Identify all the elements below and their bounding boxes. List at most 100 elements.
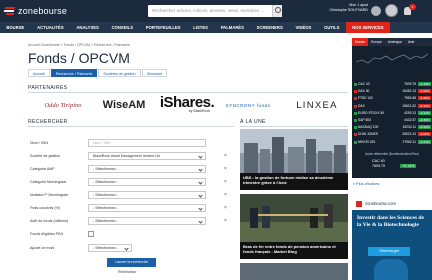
site-logo[interactable]: zonebourse [3,6,67,16]
chevron-down-icon [198,180,203,185]
search-submit-button[interactable]: Lancer la recherche [107,258,156,267]
page-tabs: Accueil Recherche / Palmarès Sociétés de g… [28,69,168,77]
index-name: FTSE 100 [358,96,373,101]
partner-name-6: LINXEA [296,99,338,111]
trend-dot-icon [354,104,357,108]
top-bar: zonebourse Rechercher actions, indices, … [0,0,432,22]
nav-item-3[interactable]: ANALYSES [70,22,105,33]
nav-item-11[interactable]: NOS SERVICES [345,22,390,33]
market-tab-1[interactable]: Monde [352,38,369,46]
news-image-3[interactable] [240,263,348,280]
news-title-1[interactable]: UBS : la gestion de fortune réalise sa d… [240,173,348,190]
field-value-4: - Sélectionnez - [93,180,118,184]
partner-logo-ishares[interactable]: iShares. by BlackRock [158,93,216,115]
clear-icon[interactable]: × [224,218,227,224]
nav-item-4[interactable]: CONSEILS [105,22,139,33]
search-input[interactable]: Rechercher actions, indices, devises, ne… [148,5,274,17]
field-value-1: Nom / ISIN [93,141,111,145]
market-row[interactable]: DAX 30 16452.13 -0.22% [352,89,432,94]
market-row[interactable]: DAX 15621.02 -0.14% [352,103,432,109]
market-tab-4[interactable]: Asie [405,38,417,46]
field-select-7[interactable]: - Sélectionnez - [88,217,206,225]
clear-icon[interactable]: × [224,179,227,185]
index-value: 35021.24 [402,132,416,137]
partner-logo-oddo[interactable]: Oddo Tiripino [36,95,90,115]
trend-dot-icon [354,133,357,137]
settings-gear-icon[interactable] [371,6,381,16]
market-row[interactable]: FTSE 100 7552.68 -0.35% [352,96,432,101]
nav-item-6[interactable]: LISTES [187,22,214,33]
name-isin-input[interactable]: Nom / ISIN [88,139,206,147]
field-value-3: - Sélectionnez - [93,167,118,171]
market-row[interactable]: S&P 500 4432.57 +0.39% [352,118,432,123]
breadcrumb[interactable]: Accueil Zonebourse > Fonds / OPCVM > Rec… [28,43,130,47]
market-row[interactable]: NIKKEI 225 27962.11 +0.41% [352,139,432,145]
partner-logo-linxea[interactable]: LINXEA [290,96,344,114]
news-divider [240,126,348,127]
field-select-4[interactable]: - Sélectionnez - [88,178,206,186]
field-label-6: Frais courants (%) [30,206,61,210]
market-tab-2[interactable]: Europe [368,38,385,46]
page: zonebourse Rechercher actions, indices, … [0,0,432,280]
search-divider [28,126,234,127]
field-label-1: Nom / ISIN [30,141,49,145]
avatar[interactable] [385,4,398,17]
feature-label: Autre référentiel (NombreActionsPlus) [365,152,419,156]
clear-icon[interactable]: × [224,153,227,159]
search-icon[interactable] [272,5,282,17]
news-title-2[interactable]: Bras de fer entre fonds de pension améri… [240,242,348,259]
nav-item-7[interactable]: PALMARÈS [214,22,250,33]
market-panel: Monde Europe Amérique Asie CAC 40 7609.79 +0.… [352,38,432,178]
advertisement[interactable]: zonebourse.com Investir dans les Science… [352,198,432,280]
clear-icon[interactable]: × [224,205,227,211]
index-name: CAC 40 [358,82,370,86]
news-image-2[interactable] [240,194,348,244]
partner-logo-wiseam[interactable]: WiseAM [100,96,148,114]
index-value: 16452.13 [402,89,416,94]
partners-heading: PARTENAIRES [28,85,68,91]
field-select-9[interactable]: - Sélectionnez - [88,244,132,252]
clear-icon[interactable]: × [224,166,227,172]
index-value: 27962.11 [402,139,416,144]
index-change: +0.41% [418,139,431,144]
market-row[interactable]: EURO STOXX 50 4293.13 +0.21% [352,110,432,116]
tab-1[interactable]: Accueil [28,69,50,77]
nav-item-2[interactable]: ACTUALITÉS [31,22,70,33]
nav-item-8[interactable]: SCREENERS [250,22,289,33]
index-name: S&P 500 [358,118,371,122]
field-label-5: Notation™ Morningstar [30,193,68,197]
field-label-2: Société de gestion [30,154,61,158]
field-select-2[interactable]: BlackRock Asset Management Ireland Ltd [88,152,206,160]
user-info[interactable]: Mon 1 ajout Christophe SOUTHARD [322,3,368,13]
field-select-5[interactable]: - Sélectionnez - [88,191,206,199]
pea-checkbox[interactable] [88,231,94,237]
reset-link[interactable]: Réinitialiser [118,270,137,274]
tab-2[interactable]: Recherche / Palmarès [50,69,98,77]
market-row[interactable]: DOW JONES 35021.24 -0.05% [352,132,432,137]
nav-item-5[interactable]: PORTEFEUILLES [139,22,186,33]
chevron-down-icon [198,206,203,211]
tab-3[interactable]: Sociétés de gestion [98,69,141,77]
nav-item-1[interactable]: BOURSE [0,22,31,33]
partner-logo-syncrony[interactable]: SYNCRONY funds [220,96,276,114]
nav-item-9[interactable]: VIDÉOS [289,22,318,33]
ad-text: Investir dans les Sciences de la Vie & l… [357,215,425,228]
more-indices-link[interactable]: » Plus d'indices [353,182,379,186]
field-select-6[interactable]: - Sélectionnez - [88,204,206,212]
nav-item-10[interactable]: OUTILS [318,22,346,33]
market-tab-3[interactable]: Amérique [385,38,405,46]
tab-4[interactable]: Glossaire [141,69,168,77]
market-tabs: Monde Europe Amérique Asie [352,38,432,46]
ad-download-button[interactable]: Télécharger [368,247,410,256]
index-name: NASDAQ 100 [358,125,379,130]
field-label-7: Actif du fonds (millions) [30,219,69,223]
index-value: 7609.79 [404,82,416,86]
trend-dot-icon [354,140,357,144]
market-row[interactable]: NASDAQ 100 15232.11 +0.52% [352,125,432,130]
clear-icon[interactable]: × [224,192,227,198]
chevron-down-icon [198,219,203,224]
field-select-3[interactable]: - Sélectionnez - [88,165,206,173]
user-name: Christophe SOUTHARD [329,8,368,12]
market-row[interactable]: CAC 40 7609.79 +0.13% [352,82,432,87]
index-name: DAX [358,103,365,108]
